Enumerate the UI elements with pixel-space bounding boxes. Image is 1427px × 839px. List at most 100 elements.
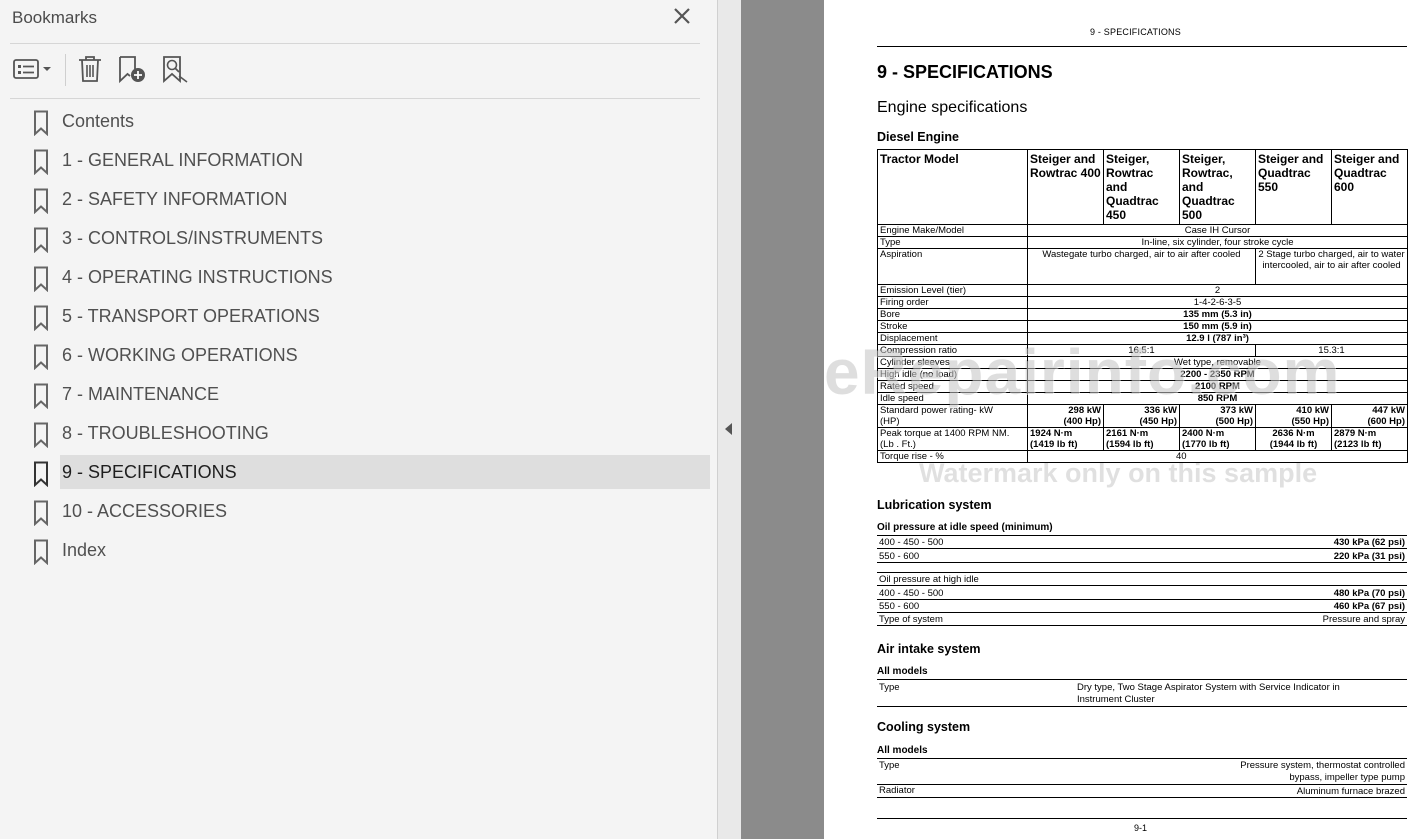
bookmark-item[interactable]: Index [0,533,717,569]
bookmark-icon [34,500,48,526]
bookmark-label: 8 - TROUBLESHOOTING [62,423,269,443]
cell-line: (2123 lb ft) [1334,439,1382,450]
bookmark-icon [34,266,48,292]
bookmark-icon [34,383,48,409]
list-item: 400 - 450 - 500 430 kPa (62 psi) [877,536,1407,549]
item-value: 460 kPa (67 psi) [1333,601,1405,612]
bookmark-item[interactable]: 1 - GENERAL INFORMATION [0,143,717,179]
row-label: Engine Make/Model [877,224,1028,237]
row-label: Peak torque at 1400 RPM NM. (Lb . Ft.) [877,427,1028,451]
table-row: Engine Make/Model Case IH Cursor [877,224,1408,237]
torque-cell: 2400 N·m (1770 lb ft) [1179,427,1256,451]
cell-line: (600 Hp) [1367,416,1405,427]
watermark: eRepairinfo.com [824,336,1341,408]
bookmark-icon [34,422,48,448]
lubrication-heading: Lubrication system [877,498,992,512]
bookmark-icon [34,188,48,214]
item-value: Dry type, Two Stage Aspirator System wit… [1077,682,1340,693]
bookmark-icon [34,227,48,253]
panel-splitter[interactable] [717,0,741,839]
table-header-row: Tractor Model Steiger and Rowtrac 400 St… [877,149,1408,225]
row-label: Aspiration [877,248,1028,285]
toolbar-separator [65,54,66,86]
row-value: Case IH Cursor [1027,224,1408,237]
bookmark-item[interactable]: 8 - TROUBLESHOOTING [0,416,717,452]
bookmark-item[interactable]: 6 - WORKING OPERATIONS [0,338,717,374]
bookmark-label: Contents [62,111,135,131]
document-page: 9 - SPECIFICATIONS 9 - SPECIFICATIONS En… [824,0,1427,839]
bookmark-label: 10 - ACCESSORIES [62,501,228,521]
bookmark-item[interactable]: Contents [0,104,717,140]
bookmark-item[interactable]: 7 - MAINTENANCE [0,377,717,413]
chevron-left-icon [725,423,732,435]
bookmark-item[interactable]: 10 - ACCESSORIES [0,494,717,530]
item-value: 430 kPa (62 psi) [1333,537,1405,548]
bookmark-item[interactable]: 9 - SPECIFICATIONS [0,455,717,491]
close-panel-button[interactable] [670,4,694,28]
bookmark-item[interactable]: 3 - CONTROLS/INSTRUMENTS [0,221,717,257]
cell-line: 447 kW [1372,405,1405,416]
item-label: 550 - 600 [879,551,920,562]
cell-line: 2879 N·m [1334,428,1377,439]
row-value: In-line, six cylinder, four stroke cycle [1027,236,1408,249]
cell-line: (500 Hp) [1215,416,1253,427]
row-value: 150 mm (5.9 in) [1027,320,1408,333]
air-intake-heading: Air intake system [877,642,981,656]
delete-bookmark-button[interactable] [76,52,104,86]
bookmark-icon [34,110,48,136]
cell-line: (1594 lb ft) [1106,439,1154,450]
item-value: Pressure system, thermostat controlled [1240,760,1405,771]
item-value: 220 kPa (31 psi) [1333,551,1405,562]
air-intake-subheading: All models [877,666,928,677]
lubrication-subheading: Oil pressure at idle speed (minimum) [877,522,1053,533]
cell-line: 2636 N·m [1272,428,1315,439]
bookmark-label: 9 - SPECIFICATIONS [62,462,237,482]
cell-line: 2400 N·m [1182,428,1225,439]
item-value: Pressure and spray [1322,614,1405,625]
row-label: Stroke [877,320,1028,333]
cell-line: 2161 N·m [1106,428,1149,439]
row-value: 1-4-2-6-3-5 [1027,296,1408,309]
bookmark-icon [34,539,48,565]
row-label-line: (Lb . Ft.) [880,439,916,450]
bookmark-item[interactable]: 2 - SAFETY INFORMATION [0,182,717,218]
divider [10,43,700,44]
header-cell: Steiger and Quadtrac 600 [1331,149,1408,225]
row-label: Emission Level (tier) [877,284,1028,297]
rule [877,679,1407,680]
header-cell: Tractor Model [877,149,1028,225]
bookmark-icon [34,149,48,175]
rule [877,758,1407,759]
cooling-heading: Cooling system [877,720,971,734]
bookmark-item[interactable]: 5 - TRANSPORT OPERATIONS [0,299,717,335]
table-row: Aspiration Wastegate turbo charged, air … [877,248,1408,285]
collapse-panel-button[interactable] [723,422,735,441]
table-row: Stroke 150 mm (5.9 in) [877,320,1408,333]
row-label-line: Peak torque at 1400 RPM NM. [880,428,1010,439]
bookmark-label: 5 - TRANSPORT OPERATIONS [62,306,320,326]
close-icon [674,8,690,24]
item-value: Instrument Cluster [1077,694,1155,705]
row-value: Wastegate turbo charged, air to air afte… [1027,248,1256,285]
row-label-line: (HP) [880,416,900,427]
header-cell: Steiger and Rowtrac 400 [1027,149,1104,225]
row-value: 135 mm (5.3 in) [1027,308,1408,321]
add-bookmark-icon [119,56,145,84]
list-item: 550 - 600 460 kPa (67 psi) [877,600,1407,613]
bookmark-icon [34,344,48,370]
options-menu-button[interactable] [12,52,54,86]
new-bookmark-button[interactable] [116,52,148,86]
list-item: 550 - 600 220 kPa (31 psi) [877,550,1407,563]
chapter-title: 9 - SPECIFICATIONS [877,62,1053,82]
bookmark-label: 4 - OPERATING INSTRUCTIONS [62,267,333,287]
item-label: 550 - 600 [879,601,920,612]
find-current-bookmark-button[interactable] [160,52,190,86]
bookmark-item[interactable]: 4 - OPERATING INSTRUCTIONS [0,260,717,296]
diesel-heading: Diesel Engine [877,130,959,144]
cell-line: 1924 N·m [1030,428,1073,439]
cell-line: (1944 lb ft) [1269,439,1318,450]
item-value: 480 kPa (70 psi) [1333,588,1405,599]
row-label: Firing order [877,296,1028,309]
footer-rule [877,818,1407,819]
torque-cell: 2636 N·m (1944 lb ft) [1255,427,1332,451]
